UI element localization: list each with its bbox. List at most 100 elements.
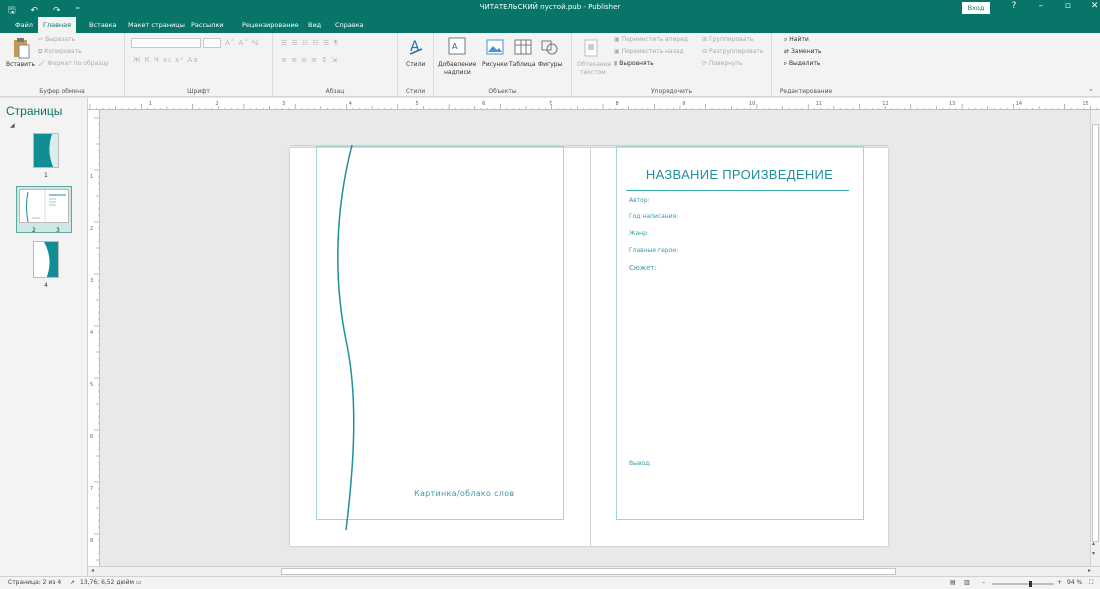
horizontal-ruler[interactable]: 1 2 3 4 5 6 7 8 9 10 11 12 13 14 15 xyxy=(88,98,1100,110)
ruler-label: 1 xyxy=(149,101,152,107)
restore-icon[interactable]: ▫ xyxy=(1056,1,1080,11)
two-page-view-icon[interactable]: ▥ xyxy=(964,579,970,586)
scroll-right-icon[interactable]: ▸ xyxy=(1088,567,1091,574)
alignment-buttons[interactable]: ≡ ≡ ≡ ≡ ↕ ⇲ xyxy=(281,56,338,64)
copy-label: Копировать xyxy=(44,48,82,55)
image-caption[interactable]: Картинка/облако слов xyxy=(414,489,514,498)
zoom-out-icon[interactable]: – xyxy=(982,579,985,586)
list-buttons[interactable]: ☰ ☰ ☷ ☷ ☰ ¶ xyxy=(281,39,339,47)
field-plot[interactable]: Сюжет: xyxy=(629,264,657,272)
vertical-scrollbar[interactable]: ▴ ▾ xyxy=(1090,110,1100,566)
paste-icon[interactable] xyxy=(12,37,30,59)
send-backward-button[interactable]: ▣ Переместить назад xyxy=(614,48,684,55)
cut-button[interactable]: ✂ Вырезать xyxy=(38,36,75,43)
wrap-text-button[interactable]: Обтекание xyxy=(577,61,611,68)
zoom-in-icon[interactable]: + xyxy=(1057,579,1062,586)
tab-view[interactable]: Вид xyxy=(303,17,326,33)
replace-button[interactable]: ⇄ Заменить xyxy=(784,48,822,55)
tab-insert[interactable]: Вставка xyxy=(84,17,122,33)
ruler-label: 3 xyxy=(282,101,285,107)
horizontal-scroll-thumb[interactable] xyxy=(281,568,896,575)
sign-in-button[interactable]: Вход xyxy=(962,2,990,14)
scroll-prev-page-icon[interactable]: ▴ xyxy=(1092,540,1095,547)
page-thumbnail-1[interactable] xyxy=(33,133,59,168)
textbox-icon[interactable]: A xyxy=(448,37,466,57)
align-button[interactable]: ▮ Выровнять xyxy=(614,60,654,67)
ungroup-button[interactable]: ⊟ Разгруппировать xyxy=(702,48,763,55)
ribbon: Вставить ✂ Вырезать ⧉ Копировать 🖌 Форма… xyxy=(0,33,1100,97)
title-bar: 🖫 ↶ ↷ ⁼ ЧИТАТЕЛЬСКИЙ пустой.pub - Publis… xyxy=(0,0,1100,17)
zoom-slider[interactable] xyxy=(992,581,1054,587)
font-size-buttons[interactable]: A˄ A˅ ⅍ xyxy=(225,39,260,47)
ruler-label: 7 xyxy=(549,101,552,107)
styles-button[interactable]: Стили xyxy=(406,61,425,68)
font-name-select[interactable] xyxy=(131,38,201,48)
object-size-icon[interactable]: ▭ xyxy=(136,579,142,586)
window-title: ЧИТАТЕЛЬСКИЙ пустой.pub - Publisher xyxy=(479,3,621,11)
ruler-label: 1 xyxy=(90,174,93,180)
copy-button[interactable]: ⧉ Копировать xyxy=(38,48,82,56)
bring-forward-label: Переместить вперед xyxy=(621,36,688,43)
shapes-button[interactable]: Фигуры xyxy=(538,61,562,68)
tab-mailings[interactable]: Рассылки xyxy=(186,17,229,33)
page-thumbnail-4[interactable] xyxy=(33,241,59,278)
font-format-buttons[interactable]: Ж К Ч x₂ x² Aa xyxy=(133,56,198,64)
field-year[interactable]: Год написания: xyxy=(629,213,678,220)
tab-review[interactable]: Рецензирование xyxy=(237,17,304,33)
table-icon[interactable] xyxy=(514,39,532,55)
close-icon[interactable]: ✕ xyxy=(1083,1,1100,11)
zoom-level[interactable]: 94 % xyxy=(1067,579,1082,586)
font-group: A˄ A˅ ⅍ Ж К Ч x₂ x² Aa Шрифт xyxy=(125,33,273,97)
pages-pane: Страницы ◢ 1 2 3 4 xyxy=(0,98,88,576)
page-number-2: 2 xyxy=(32,227,36,234)
collapse-pane-icon[interactable]: ◢ xyxy=(10,122,15,129)
collapse-ribbon-icon[interactable]: ⌃ xyxy=(1088,88,1094,96)
tab-help[interactable]: Справка xyxy=(330,17,369,33)
ruler-label: 8 xyxy=(90,538,93,544)
find-button[interactable]: ⌕ Найти xyxy=(784,36,809,44)
single-page-view-icon[interactable]: ▤ xyxy=(950,579,956,586)
scroll-next-page-icon[interactable]: ▾ xyxy=(1092,550,1095,557)
ruler-label: 6 xyxy=(90,434,93,440)
scroll-left-icon[interactable]: ◂ xyxy=(91,567,94,574)
field-genre[interactable]: Жанр: xyxy=(629,230,649,237)
document-title[interactable]: НАЗВАНИЕ ПРОИЗВЕДЕНИЕ xyxy=(632,167,847,182)
tab-home[interactable]: Главная xyxy=(38,17,77,33)
tab-file[interactable]: Файл xyxy=(10,17,38,33)
bring-forward-button[interactable]: ▣ Переместить вперед xyxy=(614,36,688,43)
font-size-select[interactable] xyxy=(203,38,221,48)
vertical-ruler[interactable]: 1 2 3 4 5 6 7 8 xyxy=(88,110,100,566)
objects-group: A Добавление надписи Рисунки Таблица Фиг… xyxy=(434,33,572,97)
field-author[interactable]: Автор: xyxy=(629,197,650,204)
minimize-icon[interactable]: – xyxy=(1029,1,1053,11)
group-button[interactable]: ⊞ Группировать xyxy=(702,36,753,43)
paste-button[interactable]: Вставить xyxy=(6,61,35,68)
format-painter-button[interactable]: 🖌 Формат по образцу xyxy=(38,60,109,67)
textbox-button[interactable]: Добавление xyxy=(438,61,476,68)
help-icon[interactable]: ? xyxy=(1002,1,1026,11)
cursor-position: 13,76; 6,52 дюйм xyxy=(80,579,134,586)
field-conclusion[interactable]: Вывод: xyxy=(629,460,651,467)
styles-icon[interactable]: A xyxy=(408,37,424,57)
pictures-button[interactable]: Рисунки xyxy=(482,61,508,68)
rotate-button[interactable]: ⟳ Повернуть xyxy=(702,60,743,67)
page-number-4: 4 xyxy=(44,282,48,289)
select-button[interactable]: ▹ Выделить xyxy=(784,60,820,67)
fit-page-icon[interactable]: ⛶ xyxy=(1089,579,1093,587)
table-button[interactable]: Таблица xyxy=(509,61,536,68)
wrap-text-icon[interactable] xyxy=(584,39,598,57)
ribbon-tabs: Файл Главная Вставка Макет страницы Расс… xyxy=(0,17,1100,33)
pictures-icon[interactable] xyxy=(486,39,504,55)
zoom-slider-knob[interactable] xyxy=(1029,581,1032,587)
tab-page-layout[interactable]: Макет страницы xyxy=(123,17,190,33)
vertical-scroll-thumb[interactable] xyxy=(1092,124,1099,542)
objects-group-label: Объекты xyxy=(488,88,517,95)
field-heroes[interactable]: Главные герои: xyxy=(629,247,678,254)
page-thumbnail-2-3[interactable] xyxy=(19,189,69,223)
horizontal-scrollbar[interactable]: ◂ ▸ xyxy=(88,566,1100,576)
shapes-icon[interactable] xyxy=(540,38,558,56)
page-indicator[interactable]: Страница: 2 из 4 xyxy=(8,579,61,586)
font-group-label: Шрифт xyxy=(187,88,210,95)
ruler-label: 11 xyxy=(816,101,822,107)
ruler-label: 15 xyxy=(1082,101,1088,107)
